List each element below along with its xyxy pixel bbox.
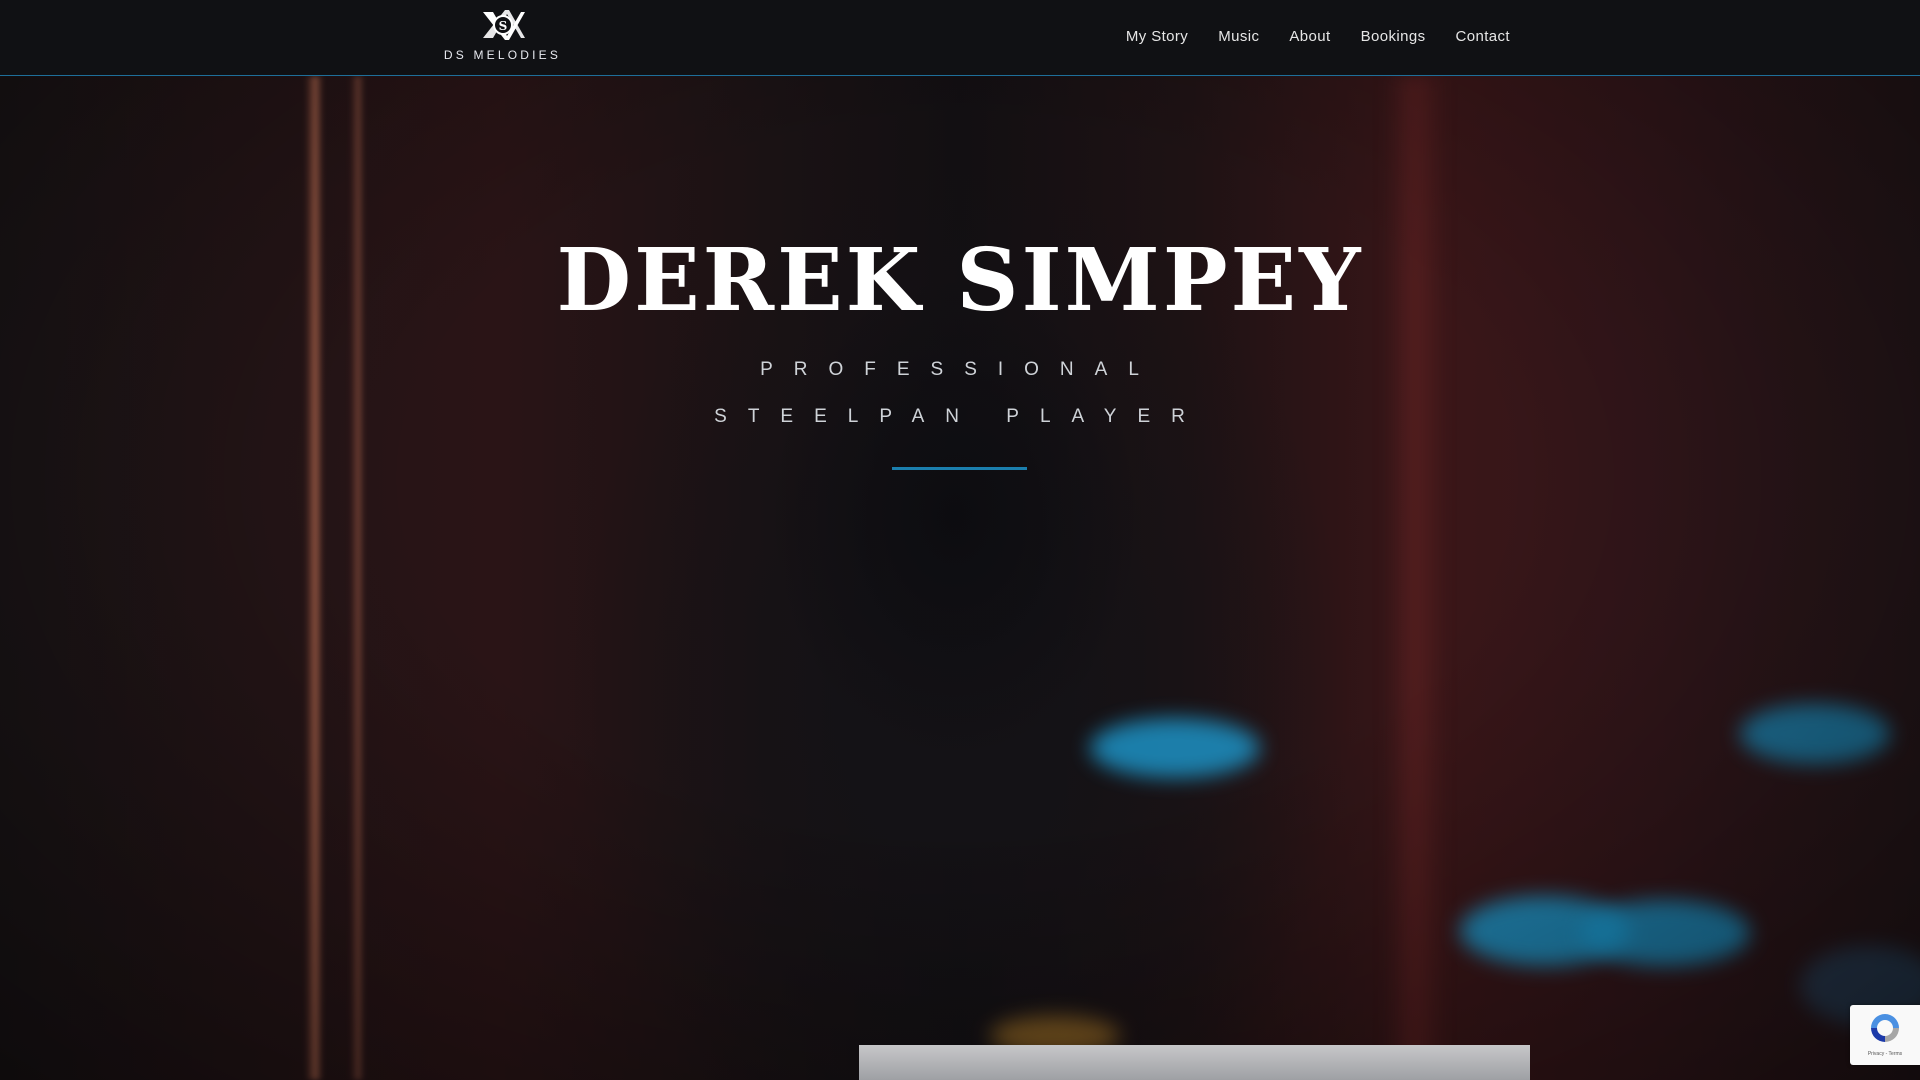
recaptcha-text[interactable]: Privacy - Terms [1850, 1051, 1920, 1057]
hero-vignette [0, 76, 1920, 1080]
hero-divider [892, 467, 1027, 470]
main-nav: My Story Music About Bookings Contact [1096, 28, 1510, 45]
nav-bookings[interactable]: Bookings [1361, 28, 1426, 45]
hero-subtitle-line1: PROFESSIONAL [760, 359, 1160, 380]
nav-music[interactable]: Music [1218, 28, 1259, 45]
site-header: S DS MELODIES My Story Music About Booki… [0, 0, 1920, 76]
nav-my-story[interactable]: My Story [1126, 28, 1188, 45]
hero-title: DEREK SIMPEY [556, 230, 1364, 331]
nav-about[interactable]: About [1289, 28, 1330, 45]
recaptcha-badge[interactable]: Privacy - Terms [1850, 1005, 1920, 1065]
recaptcha-icon [1871, 1014, 1899, 1042]
svg-text:S: S [498, 19, 507, 33]
hero-subtitle-line2: STEELPAN PLAYER [714, 406, 1206, 427]
content-preview-card [859, 1045, 1530, 1080]
brand-name: DS MELODIES [443, 48, 562, 62]
hero-section: DEREK SIMPEY PROFESSIONAL STEELPAN PLAYE… [0, 76, 1920, 1080]
ds-monogram-icon: S [482, 10, 525, 40]
brand-logo[interactable]: S DS MELODIES [440, 6, 565, 62]
nav-contact[interactable]: Contact [1456, 28, 1511, 45]
